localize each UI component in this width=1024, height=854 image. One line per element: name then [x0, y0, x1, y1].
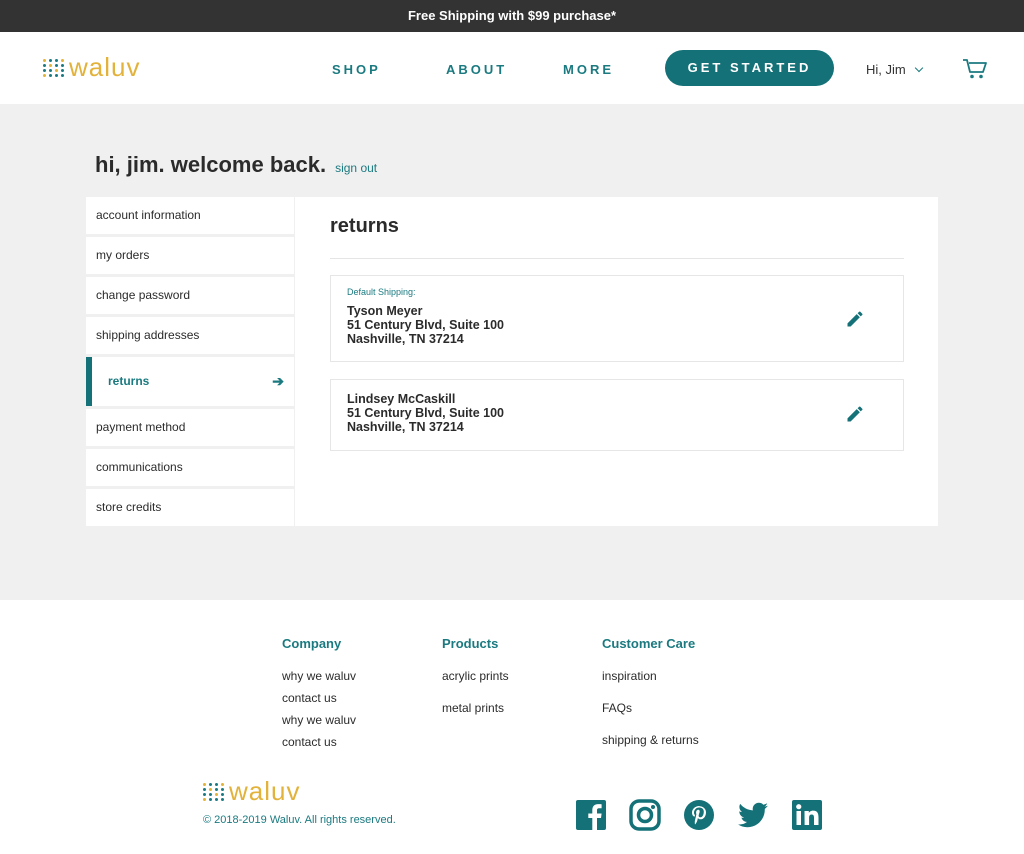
sidebar-item-communications[interactable]: communications [86, 449, 294, 486]
chevron-down-icon [914, 63, 923, 72]
linkedin-icon[interactable] [791, 799, 823, 831]
get-started-button[interactable]: GET STARTED [665, 50, 834, 86]
copyright: © 2018-2019 Waluv. All rights reserved. [203, 814, 396, 826]
footer-link[interactable]: acrylic prints [442, 660, 509, 692]
address-name: Tyson Meyer [347, 304, 423, 318]
address-card: Default Shipping: Tyson Meyer 51 Century… [330, 275, 904, 362]
sidebar-item-payment-method[interactable]: payment method [86, 409, 294, 446]
sidebar-item-my-orders[interactable]: my orders [86, 237, 294, 274]
sidebar-item-store-credits[interactable]: store credits [86, 489, 294, 526]
address-lines: Lindsey McCaskill 51 Century Blvd, Suite… [347, 392, 504, 434]
nav-more[interactable]: MORE [563, 62, 614, 77]
footer-link[interactable]: metal prints [442, 692, 509, 724]
footer-heading: Customer Care [602, 636, 696, 651]
account-sidebar: account information my orders change pas… [86, 197, 294, 529]
arrow-right-icon: ➔ [272, 373, 284, 389]
cart-icon[interactable] [962, 58, 988, 80]
footer-heading: Products [442, 636, 499, 651]
user-greeting: Hi, Jim [866, 62, 906, 77]
address-city: Nashville, TN 37214 [347, 420, 464, 434]
logo-dots-icon [203, 782, 225, 801]
default-shipping-label: Default Shipping: [347, 287, 416, 297]
pinterest-icon[interactable] [683, 799, 715, 831]
footer-link[interactable]: contact us [282, 731, 356, 753]
divider [330, 258, 904, 259]
returns-panel: returns Default Shipping: Tyson Meyer 51… [295, 197, 938, 526]
page-title: hi, jim. welcome back. [95, 152, 327, 177]
promo-banner: Free Shipping with $99 purchase* [0, 0, 1024, 32]
sign-out-link[interactable]: sign out [335, 161, 377, 175]
twitter-icon[interactable] [737, 799, 769, 831]
footer-link[interactable]: shipping & returns [602, 724, 699, 756]
nav-about[interactable]: ABOUT [446, 62, 507, 77]
header-logo[interactable]: waluv [43, 52, 140, 83]
footer-company: Company why we waluv contact us why we w… [282, 636, 356, 753]
footer-link[interactable]: why we waluv [282, 709, 356, 731]
sidebar-item-label: returns [108, 374, 150, 388]
welcome-header: hi, jim. welcome back. sign out [95, 152, 377, 178]
footer-link[interactable]: inspiration [602, 660, 699, 692]
address-card: Lindsey McCaskill 51 Century Blvd, Suite… [330, 379, 904, 451]
footer-link[interactable]: why we waluv [282, 665, 356, 687]
address-name: Lindsey McCaskill [347, 392, 456, 406]
footer-link[interactable]: contact us [282, 687, 356, 709]
address-street: 51 Century Blvd, Suite 100 [347, 406, 505, 420]
facebook-icon[interactable] [575, 799, 607, 831]
user-menu[interactable]: Hi, Jim [866, 62, 923, 77]
footer-link[interactable]: FAQs [602, 692, 699, 724]
footer-customer-care: Customer Care inspiration FAQs shipping … [602, 636, 699, 756]
site-footer: Company why we waluv contact us why we w… [0, 600, 1024, 854]
panel-title: returns [330, 215, 399, 237]
sidebar-item-shipping-addresses[interactable]: shipping addresses [86, 317, 294, 354]
footer-products: Products acrylic prints metal prints [442, 636, 509, 724]
sidebar-item-returns[interactable]: returns ➔ [86, 357, 294, 406]
logo-wordmark: waluv [69, 52, 141, 82]
pencil-icon[interactable] [845, 309, 865, 329]
site-header: waluv SHOP ABOUT MORE GET STARTED Hi, Ji… [0, 32, 1024, 104]
address-street: 51 Century Blvd, Suite 100 [347, 318, 505, 332]
sidebar-item-account-information[interactable]: account information [86, 197, 294, 234]
address-lines: Tyson Meyer 51 Century Blvd, Suite 100 N… [347, 304, 504, 346]
address-city: Nashville, TN 37214 [347, 332, 464, 346]
instagram-icon[interactable] [629, 799, 661, 831]
pencil-icon[interactable] [845, 404, 865, 424]
footer-heading: Company [282, 636, 342, 651]
sidebar-item-change-password[interactable]: change password [86, 277, 294, 314]
logo-wordmark: waluv [229, 776, 301, 806]
logo-dots-icon [43, 58, 65, 77]
nav-shop[interactable]: SHOP [332, 62, 381, 77]
footer-logo[interactable]: waluv [203, 776, 300, 807]
